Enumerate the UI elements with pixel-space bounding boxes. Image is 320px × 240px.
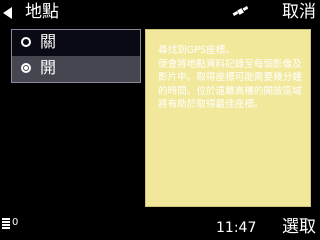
battery-icon bbox=[2, 218, 10, 232]
page-title: 地點 bbox=[25, 2, 59, 22]
status-indicator: 0 bbox=[12, 217, 19, 228]
radio-on-icon[interactable] bbox=[21, 63, 31, 73]
radio-off-icon[interactable] bbox=[21, 37, 31, 47]
title-bar: 地點 取消 bbox=[0, 0, 320, 26]
cancel-button[interactable]: 取消 bbox=[282, 2, 316, 22]
tooltip-text: 尋找到GPS座標。 便會將地點資料記錄至每個影像及影片中。取得座標可能需要幾分鐘… bbox=[158, 45, 302, 110]
clock: 11:47 bbox=[216, 220, 257, 236]
main-content: 關 開 尋找到GPS座標。 便會將地點資料記錄至每個影像及影片中。取得座標可能需… bbox=[0, 26, 320, 214]
softkey-bar: 0 11:47 選取 bbox=[0, 214, 320, 240]
back-arrow-icon[interactable] bbox=[3, 7, 12, 19]
option-off[interactable]: 關 bbox=[12, 30, 140, 56]
select-button[interactable]: 選取 bbox=[282, 217, 316, 237]
info-tooltip: 尋找到GPS座標。 便會將地點資料記錄至每個影像及影片中。取得座標可能需要幾分鐘… bbox=[145, 29, 311, 207]
option-on-label: 開 bbox=[40, 58, 57, 77]
option-on[interactable]: 開 bbox=[12, 56, 140, 82]
gps-satellite-icon bbox=[232, 5, 248, 17]
location-options-list: 關 開 bbox=[11, 29, 141, 83]
option-off-label: 關 bbox=[40, 32, 57, 51]
